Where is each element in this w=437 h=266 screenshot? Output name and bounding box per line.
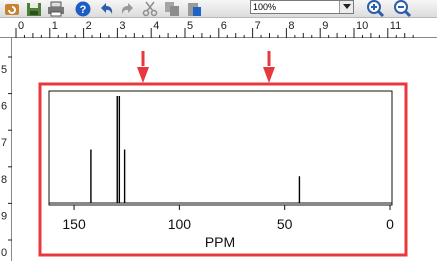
copy-icon[interactable]: [162, 0, 182, 17]
x-tick-label: 50: [277, 216, 293, 232]
ruler-label: 0: [18, 20, 24, 32]
toolbar: ? 100%: [0, 0, 437, 18]
spectrum-figure[interactable]: 150 100 50 0 PPM: [12, 38, 437, 261]
vertical-ruler: 5 6 7 8 9 0: [0, 38, 12, 261]
x-axis-ticks: 150 100 50 0: [62, 205, 394, 232]
ruler-label: 6: [1, 101, 7, 113]
undo-icon[interactable]: [96, 0, 116, 17]
ruler-label: 5: [1, 64, 7, 76]
horizontal-ruler-ticks: 0 1 2 3 4 5 6 7 8 9 10 11: [15, 20, 414, 38]
paste-icon[interactable]: [184, 0, 204, 17]
vertical-ruler-ticks: 5 6 7 8 9 0: [1, 56, 12, 259]
ruler-label: 6: [221, 20, 227, 32]
ruler-label: 2: [86, 20, 92, 32]
ruler-label: 0: [1, 247, 7, 259]
zoom-out-icon[interactable]: [393, 0, 413, 17]
ruler-label: 3: [119, 20, 125, 32]
arrow-right-head: [263, 67, 275, 83]
cut-icon[interactable]: [140, 0, 160, 17]
redo-icon[interactable]: [118, 0, 138, 17]
zoom-value: 100%: [253, 2, 277, 12]
plot-frame: [48, 90, 393, 206]
x-tick-label: 150: [62, 216, 86, 232]
x-tick-label: 100: [168, 216, 192, 232]
svg-text:?: ?: [80, 4, 87, 16]
zoom-in-icon[interactable]: [366, 0, 386, 17]
ruler-label: 7: [255, 20, 261, 32]
ruler-label: 5: [187, 20, 193, 32]
horizontal-ruler: 0 1 2 3 4 5 6 7 8 9 10 11: [0, 18, 437, 38]
ruler-label: 1: [52, 20, 58, 32]
x-axis-label: PPM: [205, 234, 235, 250]
arrow-left-head: [137, 67, 149, 83]
ruler-label: 9: [322, 20, 328, 32]
ruler-label: 8: [1, 174, 7, 186]
ruler-label: 11: [390, 20, 401, 32]
x-tick-label: 0: [386, 216, 394, 232]
chevron-down-icon[interactable]: [339, 1, 353, 13]
print-icon[interactable]: [46, 0, 66, 17]
zoom-select[interactable]: 100%: [250, 0, 354, 14]
save-icon[interactable]: [24, 0, 44, 17]
annotation-arrows: [137, 51, 275, 83]
ruler-label: 9: [1, 210, 7, 222]
ruler-label: 7: [1, 137, 7, 149]
help-icon[interactable]: ?: [73, 0, 93, 17]
document-canvas: 150 100 50 0 PPM: [12, 38, 437, 261]
ruler-label: 4: [153, 20, 159, 32]
ruler-label: 8: [288, 20, 294, 32]
ruler-label: 10: [356, 20, 368, 32]
refresh-icon[interactable]: [2, 0, 22, 17]
